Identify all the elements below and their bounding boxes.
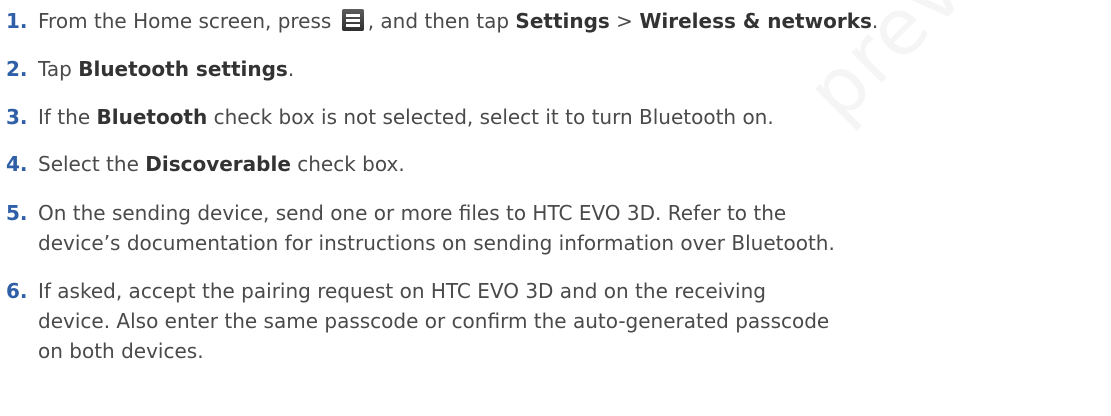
discoverable-label: Discoverable (145, 152, 291, 176)
step-number: 3. (6, 105, 28, 129)
step-text-line: On the sending device, send one or more … (38, 201, 787, 225)
menu-icon (341, 9, 364, 31)
step-text-segment: Select the (38, 152, 146, 176)
step-text-segment: From the Home screen, press (38, 9, 332, 33)
step-number: 4. (6, 152, 28, 176)
step-text-segment: If the (38, 105, 97, 129)
step-text-line: on both devices. (38, 339, 204, 363)
step-text: If the Bluetooth check box is not select… (38, 102, 774, 132)
wireless-networks-label: Wireless & networks (639, 9, 872, 33)
step-text-line: device’s documentation for instructions … (38, 231, 835, 255)
step-number: 1. (6, 9, 28, 33)
document-page: 1. From the Home screen, press , and the… (0, 0, 1111, 416)
step-text-line: device. Also enter the same passcode or … (38, 309, 830, 333)
step-text: On the sending device, send one or more … (38, 198, 835, 258)
step-text-segment: check box. (290, 152, 405, 176)
settings-label: Settings (515, 9, 610, 33)
step-text-segment: check box is not selected, select it to … (207, 105, 774, 129)
step-text-segment: , and then tap (367, 9, 516, 33)
step-text-segment: . (871, 9, 879, 33)
step-number: 6. (6, 279, 28, 303)
step-text-segment: Tap (38, 57, 79, 81)
step-text-segment: . (287, 57, 295, 81)
step-text: Select the Discoverable check box. (38, 149, 405, 179)
step-text: If asked, accept the pairing request on … (38, 276, 829, 366)
step-text: From the Home screen, press , and then t… (38, 6, 878, 36)
bluetooth-label: Bluetooth (96, 105, 208, 129)
step-text-segment: > (609, 9, 640, 33)
bluetooth-settings-label: Bluetooth settings (78, 57, 288, 81)
step-text: Tap Bluetooth settings. (38, 54, 294, 84)
step-number: 2. (6, 57, 28, 81)
step-text-line: If asked, accept the pairing request on … (38, 279, 766, 303)
step-number: 5. (6, 201, 28, 225)
